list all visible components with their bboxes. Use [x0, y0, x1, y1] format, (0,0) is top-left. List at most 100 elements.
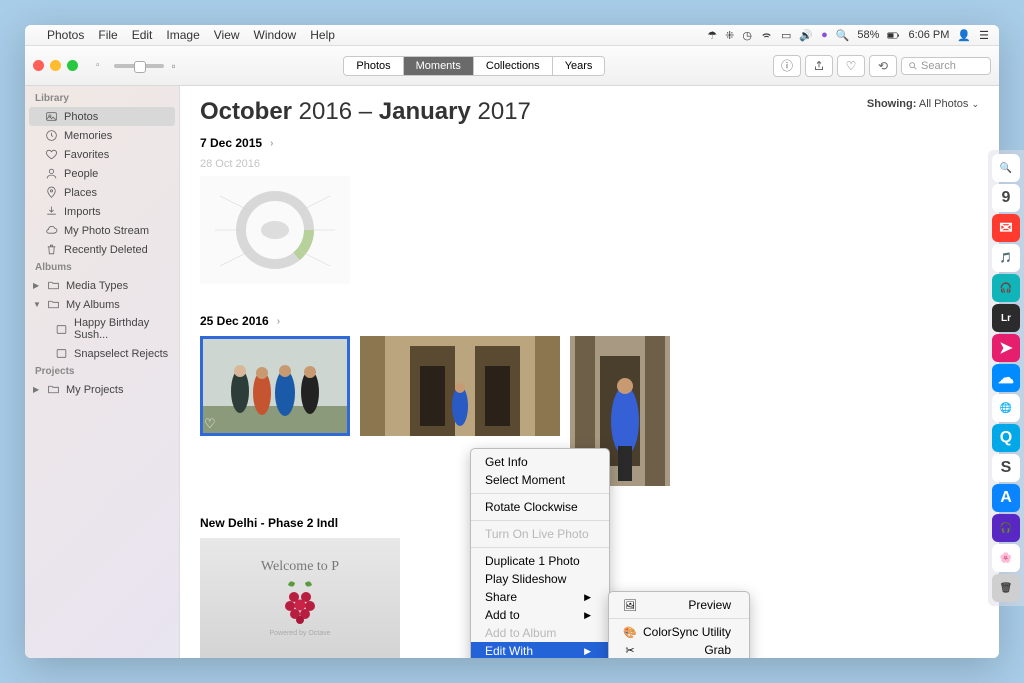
traffic-lights: [33, 60, 78, 71]
dock-item[interactable]: ➤: [992, 334, 1020, 362]
info-button[interactable]: ⓘ: [773, 55, 801, 77]
dock-item[interactable]: Lr: [992, 304, 1020, 332]
tab-collections[interactable]: Collections: [474, 57, 553, 75]
favorite-button[interactable]: ♡: [837, 55, 865, 77]
menu-item-play-slideshow[interactable]: Play Slideshow: [471, 570, 609, 588]
photo-thumbnail[interactable]: Welcome to P Powered by Octave: [200, 538, 400, 658]
timer-icon[interactable]: ◷: [742, 29, 752, 42]
search-placeholder: Search: [921, 60, 956, 72]
showing-filter[interactable]: Showing: All Photos ⌄: [867, 98, 979, 110]
dock-item[interactable]: Q: [992, 424, 1020, 452]
fullscreen-button[interactable]: [67, 60, 78, 71]
search-menubar-icon[interactable]: 🔍: [836, 29, 850, 42]
clock: 6:06 PM: [908, 29, 949, 41]
dock-item[interactable]: S: [992, 454, 1020, 482]
sidebar-item-imports[interactable]: Imports: [25, 202, 179, 221]
zoom-in-icon[interactable]: ▫: [172, 59, 176, 73]
sidebar-section-header: Library: [25, 90, 179, 107]
dock-item[interactable]: 🌸: [992, 544, 1020, 572]
submenu-item-preview[interactable]: 🖼Preview: [609, 596, 749, 614]
rotate-button[interactable]: ⟲: [869, 55, 897, 77]
user-icon[interactable]: 👤: [957, 29, 971, 42]
moment-subdate: 28 Oct 2016: [200, 158, 979, 170]
menu-item-turn-on-live-photo: Turn On Live Photo: [471, 525, 609, 543]
diagram-thumbnail: [200, 176, 350, 284]
slide-title: Welcome to P: [261, 559, 339, 575]
dock-item[interactable]: A: [992, 484, 1020, 512]
search-input[interactable]: Search: [901, 57, 991, 75]
minimize-button[interactable]: [50, 60, 61, 71]
menu-item-edit-with[interactable]: Edit With▶: [471, 642, 609, 658]
sidebar-item-media-types[interactable]: ▶Media Types: [25, 276, 179, 295]
moment-header-1[interactable]: 7 Dec 2015›: [200, 136, 979, 150]
moment-header-2[interactable]: 25 Dec 2016›: [200, 314, 979, 328]
sidebar-item-photos[interactable]: Photos: [29, 107, 175, 126]
app-menu[interactable]: Photos: [47, 28, 84, 42]
dock-item[interactable]: ☁: [992, 364, 1020, 392]
window-toolbar: ▫ ▫ Photos Moments Collections Years ⓘ ♡…: [25, 46, 999, 86]
sidebar-item-people[interactable]: People: [25, 164, 179, 183]
dock-item[interactable]: 🎧: [992, 514, 1020, 542]
foggy-group-scene: [200, 336, 350, 436]
photo-thumbnail[interactable]: [360, 336, 560, 436]
tab-years[interactable]: Years: [553, 57, 605, 75]
submenu-item-colorsync-utility[interactable]: 🎨ColorSync Utility: [609, 623, 749, 641]
sidebar-item-happy-birthday-sush-[interactable]: Happy Birthday Sush...: [25, 314, 179, 344]
context-menu: Get InfoSelect Moment Rotate Clockwise Tur…: [470, 448, 610, 658]
sidebar: LibraryPhotosMemoriesFavoritesPeoplePlac…: [25, 86, 180, 658]
volume-icon[interactable]: 🔊: [799, 29, 813, 42]
menu-item-duplicate-photo[interactable]: Duplicate 1 Photo: [471, 552, 609, 570]
share-button[interactable]: [805, 55, 833, 77]
zoom-out-icon[interactable]: ▫: [96, 60, 100, 71]
search-icon: [908, 61, 918, 71]
dock-item[interactable]: 🔍: [992, 154, 1020, 182]
submenu-item-grab[interactable]: ✂Grab: [609, 641, 749, 658]
system-menubar: Photos File Edit Image View Window Help …: [25, 25, 999, 46]
dock-item[interactable]: 9: [992, 184, 1020, 212]
view-menu[interactable]: View: [214, 28, 240, 42]
menu-item-add-to[interactable]: Add to▶: [471, 606, 609, 624]
sidebar-item-favorites[interactable]: Favorites: [25, 145, 179, 164]
tab-photos[interactable]: Photos: [344, 57, 403, 75]
edit-menu[interactable]: Edit: [132, 28, 153, 42]
photo-thumbnail-selected[interactable]: ♡: [200, 336, 350, 436]
wifi-icon[interactable]: [760, 29, 773, 42]
display-icon[interactable]: ▭: [781, 29, 791, 42]
menu-item-get-info[interactable]: Get Info: [471, 453, 609, 471]
sidebar-item-snapselect-rejects[interactable]: Snapselect Rejects: [25, 344, 179, 363]
context-submenu: 🖼Preview🎨ColorSync Utility✂Grab🪟ScreenFl…: [608, 591, 750, 658]
image-menu[interactable]: Image: [166, 28, 199, 42]
help-menu[interactable]: Help: [310, 28, 335, 42]
sidebar-item-places[interactable]: Places: [25, 183, 179, 202]
menu-icon[interactable]: ☰: [979, 29, 989, 42]
file-menu[interactable]: File: [98, 28, 117, 42]
dock: 🔍9✉🎵🎧Lr➤☁🌐QSA🎧🌸🗑: [988, 150, 1024, 606]
dock-item[interactable]: 🗑: [992, 574, 1020, 602]
menu-item-share[interactable]: Share▶: [471, 588, 609, 606]
photo-thumbnail[interactable]: [200, 176, 350, 284]
zoom-slider[interactable]: [114, 64, 164, 68]
dot-icon[interactable]: ●: [821, 29, 828, 41]
page-title: October 2016 – January 2017: [200, 98, 979, 126]
close-button[interactable]: [33, 60, 44, 71]
dock-item[interactable]: 🎵: [992, 244, 1020, 272]
sidebar-item-memories[interactable]: Memories: [25, 126, 179, 145]
sidebar-item-my-projects[interactable]: ▶My Projects: [25, 380, 179, 399]
menu-item-select-moment[interactable]: Select Moment: [471, 471, 609, 489]
battery-icon[interactable]: [887, 29, 900, 42]
tab-moments[interactable]: Moments: [404, 57, 474, 75]
menu-item-add-to-album: Add to Album: [471, 624, 609, 642]
menu-item-rotate-clockwise[interactable]: Rotate Clockwise: [471, 498, 609, 516]
sidebar-item-recently-deleted[interactable]: Recently Deleted: [25, 240, 179, 259]
app-window: Photos File Edit Image View Window Help …: [25, 25, 999, 658]
dock-item[interactable]: 🎧: [992, 274, 1020, 302]
sidebar-item-my-photo-stream[interactable]: My Photo Stream: [25, 221, 179, 240]
dock-item[interactable]: ✉: [992, 214, 1020, 242]
ruins-scene: [360, 336, 560, 436]
dock-item[interactable]: 🌐: [992, 394, 1020, 422]
dropbox-icon[interactable]: ⁜: [725, 29, 734, 42]
sidebar-section-header: Projects: [25, 363, 179, 380]
window-menu[interactable]: Window: [254, 28, 297, 42]
umbrella-icon[interactable]: ☂: [707, 29, 717, 42]
sidebar-item-my-albums[interactable]: ▼My Albums: [25, 295, 179, 314]
